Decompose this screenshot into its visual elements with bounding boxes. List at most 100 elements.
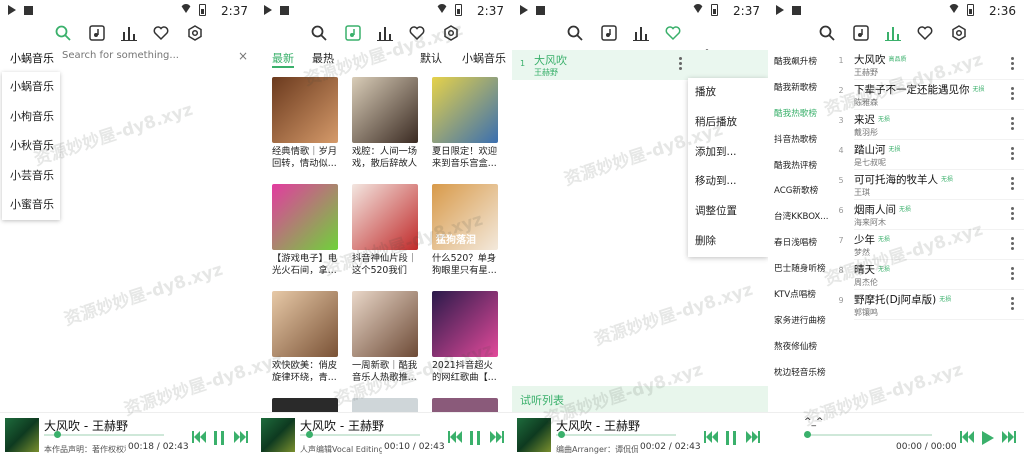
source-option[interactable]: 小蜗音乐 bbox=[2, 72, 60, 102]
progress-bar[interactable] bbox=[44, 431, 164, 438]
heart-icon[interactable] bbox=[152, 24, 170, 42]
playlist-card[interactable]: 【游戏电子】电光火石间，拿... bbox=[272, 184, 338, 277]
next-icon[interactable] bbox=[490, 431, 504, 443]
playlist-card[interactable]: 夏日限定！欢迎来到音乐宫盒... bbox=[432, 77, 498, 170]
playlist-cover[interactable] bbox=[272, 77, 338, 143]
previous-icon[interactable] bbox=[448, 431, 462, 443]
menu-item-move-to[interactable]: 移动到... bbox=[688, 167, 768, 197]
chart-icon[interactable] bbox=[884, 24, 902, 42]
search-icon[interactable] bbox=[54, 24, 72, 42]
song-row[interactable]: 3 来迟 无损 戴羽彤 bbox=[830, 110, 1024, 140]
next-icon[interactable] bbox=[1002, 431, 1016, 443]
song-row[interactable]: 2 下辈子不一定还能遇见你 无损 陈雅森 bbox=[830, 80, 1024, 110]
play-icon[interactable] bbox=[982, 431, 994, 445]
previous-icon[interactable] bbox=[192, 431, 206, 443]
search-input[interactable] bbox=[62, 50, 232, 61]
chart-item[interactable]: ACG新歌榜 bbox=[768, 179, 830, 205]
tab-hottest[interactable]: 最热 bbox=[312, 50, 334, 66]
next-icon[interactable] bbox=[234, 431, 248, 443]
search-icon[interactable] bbox=[818, 24, 836, 42]
source-option[interactable]: 小芸音乐 bbox=[2, 161, 60, 191]
album-art[interactable] bbox=[5, 418, 39, 452]
settings-icon[interactable] bbox=[186, 24, 204, 42]
chart-item[interactable]: 家务进行曲榜 bbox=[768, 309, 830, 335]
playlist-card[interactable]: 欢快欧美：俏皮旋律环绕，青... bbox=[272, 291, 338, 384]
chart-item[interactable]: 巴士随身听榜 bbox=[768, 257, 830, 283]
song-row[interactable]: 1 大风吹 高品质 王赫野 bbox=[830, 50, 1024, 80]
playlist-card[interactable]: 猛狗落泪 什么520？单身狗眼里只有星... bbox=[432, 184, 498, 277]
source-option[interactable]: 小秋音乐 bbox=[2, 131, 60, 161]
more-icon[interactable] bbox=[679, 57, 682, 70]
menu-item-play-later[interactable]: 稍后播放 bbox=[688, 108, 768, 138]
settings-icon[interactable] bbox=[950, 24, 968, 42]
chart-item[interactable]: 台湾KKBOX... bbox=[768, 205, 830, 231]
search-icon[interactable] bbox=[566, 24, 584, 42]
more-icon[interactable] bbox=[1011, 207, 1014, 220]
more-icon[interactable] bbox=[1011, 297, 1014, 310]
song-list-icon[interactable] bbox=[852, 24, 870, 42]
heart-icon[interactable] bbox=[408, 24, 426, 42]
playlist-cover[interactable] bbox=[432, 77, 498, 143]
trial-list-header[interactable]: 试听列表 bbox=[512, 386, 768, 412]
tab-source[interactable]: 小蜗音乐 bbox=[462, 50, 506, 66]
chart-icon[interactable] bbox=[376, 24, 394, 42]
settings-icon[interactable] bbox=[442, 24, 460, 42]
song-list-icon[interactable] bbox=[344, 24, 362, 42]
next-icon[interactable] bbox=[746, 431, 760, 443]
previous-icon[interactable] bbox=[960, 431, 974, 443]
playlist-card[interactable]: 一周新歌｜酷我音乐人热歌推... bbox=[352, 291, 418, 384]
chart-item[interactable]: KTV点唱榜 bbox=[768, 283, 830, 309]
progress-thumb[interactable] bbox=[804, 431, 811, 438]
menu-item-play[interactable]: 播放 bbox=[688, 78, 768, 108]
song-row[interactable]: 6 烟雨人间 无损 海来阿木 bbox=[830, 200, 1024, 230]
album-art[interactable] bbox=[517, 418, 551, 452]
list-item[interactable]: 1 大风吹 王赫野 bbox=[512, 50, 768, 80]
more-icon[interactable] bbox=[1011, 87, 1014, 100]
progress-thumb[interactable] bbox=[558, 431, 565, 438]
playlist-cover[interactable] bbox=[272, 184, 338, 250]
progress-bar[interactable] bbox=[300, 431, 420, 438]
source-option[interactable]: 小枸音乐 bbox=[2, 102, 60, 132]
song-row[interactable]: 4 踏山河 无损 是七叔呢 bbox=[830, 140, 1024, 170]
song-row[interactable]: 5 可可托海的牧羊人 无损 王琪 bbox=[830, 170, 1024, 200]
playlist-card[interactable]: 戏腔：人间一场戏，散后辞故人 bbox=[352, 77, 418, 170]
search-icon[interactable] bbox=[310, 24, 328, 42]
heart-icon[interactable] bbox=[916, 24, 934, 42]
playlist-card[interactable]: 抖音神仙片段｜这个520我们就... bbox=[352, 184, 418, 277]
tab-newest[interactable]: 最新 bbox=[272, 50, 294, 68]
progress-thumb[interactable] bbox=[306, 431, 313, 438]
source-option[interactable]: 小蜜音乐 bbox=[2, 190, 60, 220]
previous-icon[interactable] bbox=[704, 431, 718, 443]
clear-icon[interactable]: × bbox=[238, 49, 248, 63]
playlist-cover[interactable] bbox=[352, 77, 418, 143]
progress-bar[interactable] bbox=[556, 431, 676, 438]
more-icon[interactable] bbox=[1011, 177, 1014, 190]
playlist-cover[interactable] bbox=[352, 184, 418, 250]
heart-icon[interactable] bbox=[664, 24, 682, 42]
playlist-cover[interactable]: 猛狗落泪 bbox=[432, 184, 498, 250]
more-icon[interactable] bbox=[1011, 117, 1014, 130]
chart-item[interactable]: 熬夜修仙榜 bbox=[768, 335, 830, 361]
chart-icon[interactable] bbox=[120, 24, 138, 42]
pause-icon[interactable] bbox=[214, 431, 224, 445]
more-icon[interactable] bbox=[1011, 147, 1014, 160]
more-icon[interactable] bbox=[1011, 57, 1014, 70]
chart-item[interactable]: 酷我热评榜 bbox=[768, 154, 830, 180]
more-icon[interactable] bbox=[1011, 237, 1014, 250]
progress-bar[interactable] bbox=[804, 431, 932, 438]
chart-item-active[interactable]: 酷我热歌榜 bbox=[768, 102, 830, 128]
pause-icon[interactable] bbox=[726, 431, 736, 445]
chart-item[interactable]: 酷我飙升榜 bbox=[768, 50, 830, 76]
menu-item-reorder[interactable]: 调整位置 bbox=[688, 197, 768, 227]
chart-item[interactable]: 酷我新歌榜 bbox=[768, 76, 830, 102]
song-list-icon[interactable] bbox=[600, 24, 618, 42]
song-row[interactable]: 7 少年 无损 梦然 bbox=[830, 230, 1024, 260]
playlist-cover[interactable] bbox=[432, 291, 498, 357]
chart-icon[interactable] bbox=[632, 24, 650, 42]
chart-item[interactable]: 枕边轻音乐榜 bbox=[768, 361, 830, 387]
chart-item[interactable]: 春日浅唱榜 bbox=[768, 231, 830, 257]
progress-thumb[interactable] bbox=[54, 431, 61, 438]
more-icon[interactable] bbox=[1011, 267, 1014, 280]
song-list-icon[interactable] bbox=[88, 24, 106, 42]
album-art[interactable] bbox=[261, 418, 295, 452]
